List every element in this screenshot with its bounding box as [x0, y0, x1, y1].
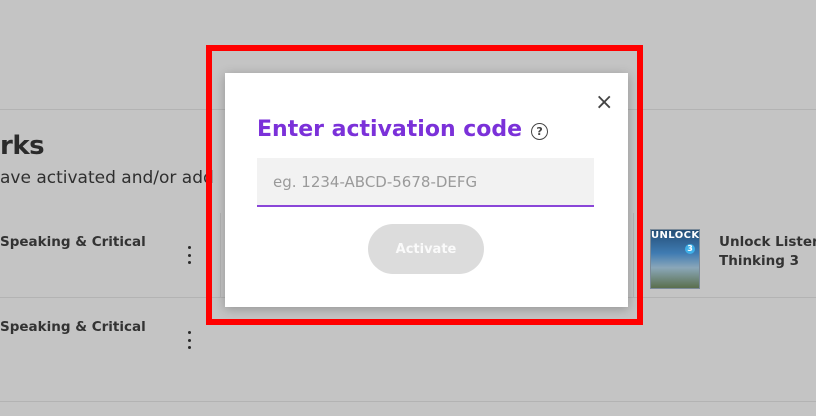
- row-divider: [0, 401, 816, 402]
- book-title-line: Thinking 3: [719, 253, 800, 269]
- modal-title-text: Enter activation code: [257, 117, 523, 142]
- book-title[interactable]: Unlock Listeni Thinking 3: [719, 233, 816, 271]
- modal-title: Enter activation code ?: [257, 117, 549, 142]
- section-subtitle: ave activated and/or add: [0, 168, 214, 188]
- close-icon[interactable]: ×: [595, 92, 613, 114]
- cover-level: 3: [685, 244, 695, 254]
- activation-code-input[interactable]: [257, 158, 594, 207]
- book-title[interactable]: Speaking & Critical: [0, 233, 146, 252]
- section-title: rks: [0, 131, 45, 161]
- book-title[interactable]: Speaking & Critical: [0, 318, 146, 337]
- activate-button[interactable]: Activate: [368, 224, 484, 274]
- activation-modal: × Enter activation code ? Activate: [225, 73, 628, 307]
- more-options-icon[interactable]: [184, 331, 194, 349]
- more-options-icon[interactable]: [184, 246, 194, 264]
- question-circle-icon[interactable]: ?: [531, 123, 549, 140]
- book-title-line: Unlock Listeni: [719, 234, 816, 250]
- book-cover[interactable]: UNLOCK 3: [650, 229, 700, 289]
- cover-brand: UNLOCK: [651, 230, 700, 241]
